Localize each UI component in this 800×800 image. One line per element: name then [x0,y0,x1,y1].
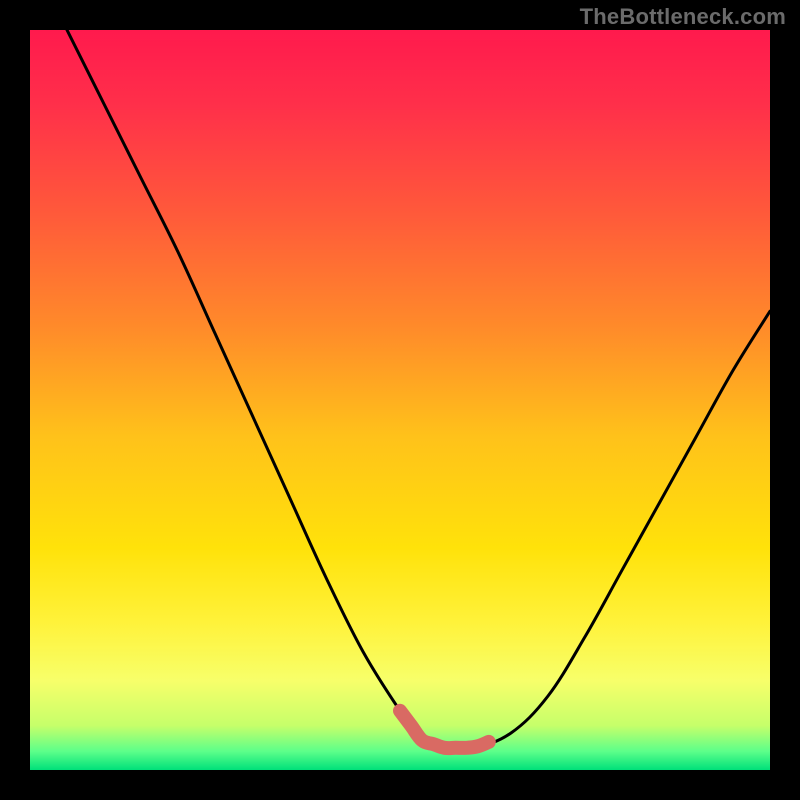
chart-background [30,30,770,770]
chart-svg [30,30,770,770]
watermark-text: TheBottleneck.com [580,4,786,30]
chart-frame: TheBottleneck.com [0,0,800,800]
plot-area [30,30,770,770]
